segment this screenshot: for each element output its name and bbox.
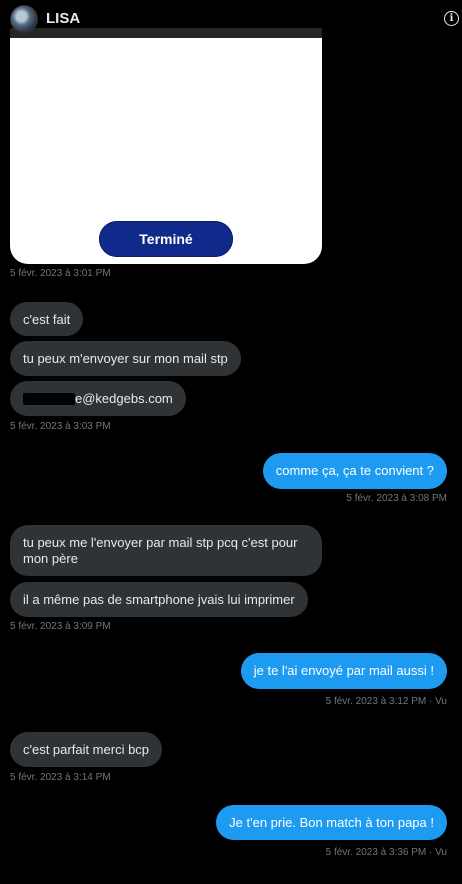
timestamp: 5 févr. 2023 à 3:36 PM · Vu bbox=[325, 847, 447, 858]
info-icon[interactable]: i bbox=[444, 11, 459, 26]
conversation-header: LISA i bbox=[0, 0, 462, 38]
message-sent[interactable]: je te l'ai envoyé par mail aussi ! bbox=[240, 653, 447, 689]
message-received[interactable]: c'est fait bbox=[10, 302, 84, 336]
avatar[interactable] bbox=[10, 5, 38, 33]
message-received[interactable]: tu peux m'envoyer sur mon mail stp bbox=[10, 341, 241, 376]
message-received[interactable]: il a même pas de smartphone jvais lui im… bbox=[10, 582, 308, 617]
done-button[interactable]: Terminé bbox=[99, 221, 233, 257]
message-received[interactable]: c'est parfait merci bcp bbox=[10, 732, 163, 767]
email-text: e@kedgebs.com bbox=[75, 391, 173, 406]
timestamp: 5 févr. 2023 à 3:14 PM bbox=[10, 772, 111, 783]
message-received[interactable]: tu peux me l'envoyer par mail stp pcq c'… bbox=[10, 525, 322, 576]
conversation-title[interactable]: LISA bbox=[46, 10, 80, 27]
timestamp: 5 févr. 2023 à 3:12 PM · Vu bbox=[325, 696, 447, 707]
message-sent[interactable]: comme ça, ça te convient ? bbox=[262, 453, 447, 489]
message-received[interactable]: e@kedgebs.com bbox=[10, 381, 186, 416]
message-sent[interactable]: Je t'en prie. Bon match à ton papa ! bbox=[216, 805, 447, 840]
redaction-block bbox=[23, 393, 75, 405]
timestamp: 5 févr. 2023 à 3:03 PM bbox=[10, 421, 111, 432]
image-attachment-card[interactable]: Terminé bbox=[10, 28, 322, 264]
timestamp: 5 févr. 2023 à 3:09 PM bbox=[10, 621, 111, 632]
timestamp: 5 févr. 2023 à 3:08 PM bbox=[346, 493, 447, 504]
timestamp: 5 févr. 2023 à 3:01 PM bbox=[10, 268, 111, 279]
